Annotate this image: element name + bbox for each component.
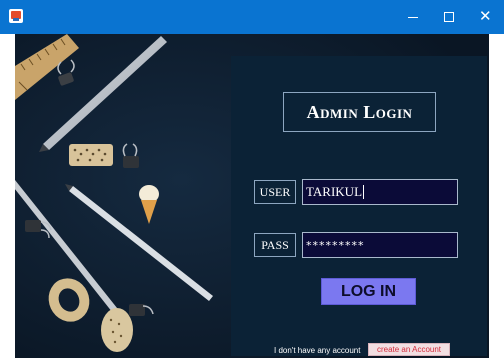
no-account-text: I don't have any account xyxy=(274,346,361,355)
title-bar[interactable]: ✕ xyxy=(0,0,504,34)
username-input[interactable]: TARIKUL xyxy=(302,179,458,205)
maximize-icon xyxy=(444,12,454,22)
title-box: Admin Login xyxy=(283,92,436,132)
close-button[interactable]: ✕ xyxy=(468,0,502,34)
text-caret xyxy=(363,185,365,199)
pass-label: PASS xyxy=(254,233,296,257)
login-panel: Admin Login USER TARIKUL PASS ********* … xyxy=(231,56,487,356)
app-window: ✕ Admin Login USER TARIKUL PASS ********… xyxy=(0,0,504,358)
washi-tape-1 xyxy=(69,144,113,166)
password-value: ********* xyxy=(306,238,365,252)
close-icon: ✕ xyxy=(479,7,492,25)
maximize-button[interactable] xyxy=(432,0,466,34)
password-input[interactable]: ********* xyxy=(302,232,458,258)
panel-title: Admin Login xyxy=(306,101,413,122)
content-area: Admin Login USER TARIKUL PASS ********* … xyxy=(15,34,489,358)
create-account-button[interactable]: create an Account xyxy=(368,343,450,356)
username-value: TARIKUL xyxy=(306,184,363,199)
user-label: USER xyxy=(254,180,296,204)
washi-tape-3 xyxy=(101,308,133,352)
app-icon[interactable] xyxy=(9,9,23,23)
login-button[interactable]: LOG IN xyxy=(321,278,416,305)
minimize-icon xyxy=(408,17,418,18)
minimize-button[interactable] xyxy=(396,0,430,34)
